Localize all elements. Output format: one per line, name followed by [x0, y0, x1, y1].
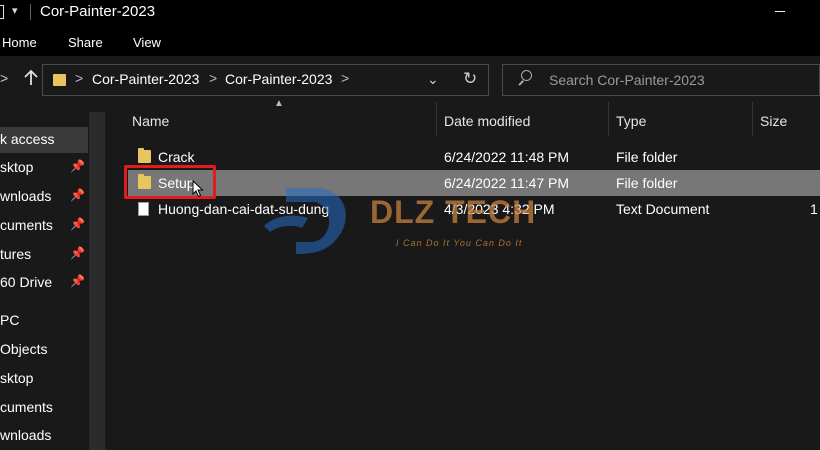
file-type: Text Document [616, 201, 710, 217]
file-size: 1 [810, 201, 818, 217]
nav-item-label: wnloads [0, 188, 52, 204]
text-document-icon [138, 202, 149, 216]
breadcrumb-chevron-icon[interactable]: > [341, 70, 349, 86]
pin-icon: 📌 [70, 217, 85, 231]
nav-item-documents-pc[interactable]: cuments [0, 395, 88, 421]
navigation-scrollbar[interactable] [89, 112, 105, 450]
nav-item-documents[interactable]: cuments 📌 [0, 213, 88, 239]
mouse-cursor-icon [192, 179, 204, 198]
folder-icon [138, 148, 151, 163]
address-bar[interactable]: > Cor-Painter-2023 > Cor-Painter-2023 > … [42, 64, 489, 96]
minimize-button[interactable] [770, 4, 790, 20]
column-divider[interactable] [608, 102, 609, 136]
nav-item-label: cuments [0, 217, 53, 233]
file-name: Huong-dan-cai-dat-su-dung [158, 201, 330, 217]
file-date: 6/24/2022 11:48 PM [444, 149, 570, 165]
breadcrumb-chevron-icon[interactable]: > [209, 70, 217, 86]
quick-access-toolbar-icon[interactable] [0, 5, 4, 19]
file-type: File folder [616, 175, 678, 191]
file-name: Crack [158, 149, 195, 165]
nav-item-quick-access[interactable]: k access [0, 127, 88, 153]
column-divider[interactable] [436, 102, 437, 136]
breadcrumb-item[interactable]: Cor-Painter-2023 [92, 71, 199, 87]
ribbon: Home Share View [0, 26, 820, 56]
nav-item-label: wnloads [0, 427, 52, 443]
search-input[interactable] [549, 70, 809, 90]
column-header-type[interactable]: Type [616, 113, 646, 129]
tab-home[interactable]: Home [2, 35, 37, 50]
nav-item-label: sktop [0, 159, 34, 175]
search-box[interactable] [502, 64, 820, 96]
up-arrow-icon[interactable] [20, 67, 42, 89]
column-header-date-modified[interactable]: Date modified [444, 113, 530, 129]
window-title: Cor-Painter-2023 [40, 3, 156, 20]
file-date: 6/24/2022 11:47 PM [444, 175, 570, 191]
folder-icon [53, 74, 66, 86]
nav-item-desktop[interactable]: sktop 📌 [0, 155, 88, 181]
tab-share[interactable]: Share [68, 35, 103, 50]
nav-item-downloads[interactable]: wnloads 📌 [0, 184, 88, 210]
pin-icon: 📌 [70, 188, 85, 202]
nav-item-360-drive[interactable]: 60 Drive 📌 [0, 270, 88, 296]
column-divider[interactable] [752, 102, 753, 136]
nav-item-downloads-pc[interactable]: wnloads [0, 423, 88, 449]
address-row: > > Cor-Painter-2023 > Cor-Painter-2023 … [0, 56, 820, 102]
nav-item-label: k access [0, 131, 55, 147]
nav-item-pictures[interactable]: tures 📌 [0, 242, 88, 268]
nav-item-label: cuments [0, 399, 53, 415]
nav-item-this-pc[interactable]: PC [0, 308, 88, 334]
breadcrumb-item[interactable]: Cor-Painter-2023 [225, 71, 332, 87]
file-row-huong-dan[interactable]: Huong-dan-cai-dat-su-dung 4/3/2023 4:32 … [128, 196, 820, 222]
pin-icon: 📌 [70, 246, 85, 260]
column-header-size[interactable]: Size [760, 113, 787, 129]
navigation-pane: k access sktop 📌 wnloads 📌 cuments 📌 tur… [0, 102, 108, 450]
nav-item-label: 60 Drive [0, 274, 53, 290]
file-row-setup[interactable]: Setup 6/24/2022 11:47 PM File folder [128, 170, 820, 196]
nav-item-3d-objects[interactable]: Objects [0, 337, 88, 363]
file-date: 4/3/2023 4:32 PM [444, 201, 555, 217]
breadcrumb-chevron-icon[interactable]: > [75, 70, 83, 86]
address-dropdown-icon[interactable]: ⌄ [427, 71, 439, 88]
search-icon [517, 70, 533, 86]
file-type: File folder [616, 149, 678, 165]
nav-item-label: PC [0, 312, 20, 328]
customize-quick-access-arrow-icon[interactable]: ▾ [12, 4, 18, 17]
forward-chevron-icon[interactable]: > [0, 70, 14, 88]
file-list: ▲ Name Date modified Type Size Crack 6/2… [108, 98, 820, 450]
nav-item-label: Objects [0, 341, 48, 357]
sort-ascending-icon: ▲ [274, 98, 284, 109]
nav-item-label: sktop [0, 370, 34, 386]
refresh-icon[interactable]: ↻ [463, 69, 477, 89]
pin-icon: 📌 [70, 159, 85, 173]
nav-item-label: tures [0, 246, 32, 262]
title-divider [30, 4, 31, 20]
tab-view[interactable]: View [133, 35, 161, 50]
file-row-crack[interactable]: Crack 6/24/2022 11:48 PM File folder [128, 144, 820, 170]
nav-item-desktop-pc[interactable]: sktop [0, 366, 88, 392]
title-bar: ▾ Cor-Painter-2023 [0, 0, 820, 26]
pin-icon: 📌 [70, 274, 85, 288]
column-header-name[interactable]: Name [132, 113, 169, 129]
